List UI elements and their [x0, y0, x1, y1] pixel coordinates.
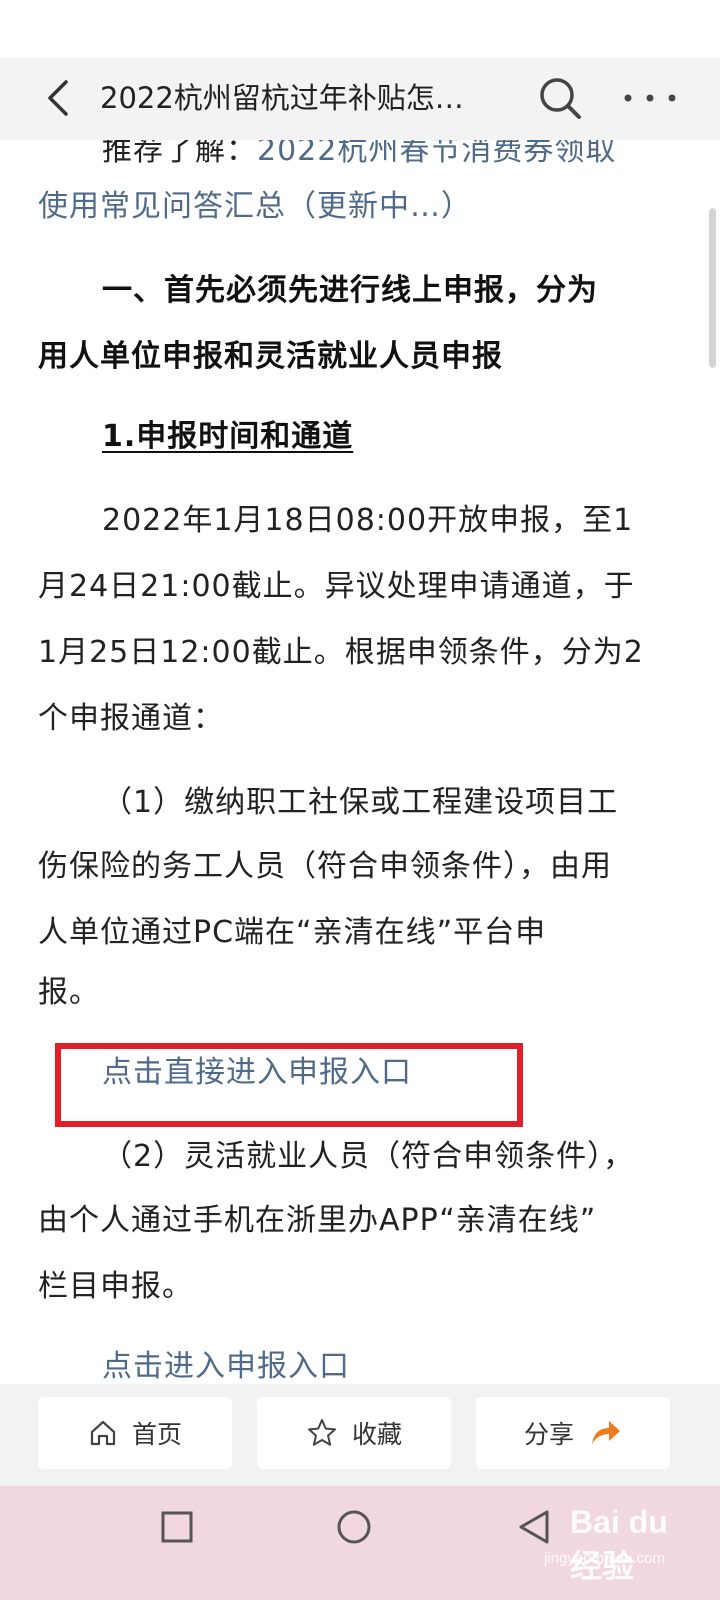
watermark-brand: Bai du 经验	[570, 1504, 668, 1584]
para1-line1: 2022年1月18日08:00开放申报，至1	[38, 488, 682, 554]
favorite-button[interactable]: 收藏	[257, 1397, 451, 1469]
home-circle-icon[interactable]	[335, 1508, 373, 1550]
scrollbar-thumb[interactable]	[709, 208, 716, 368]
recent-apps-icon[interactable]	[160, 1510, 194, 1548]
home-icon	[90, 1420, 116, 1446]
item1-line1: （1）缴纳职工社保或工程建设项目工	[38, 770, 682, 836]
favorite-label: 收藏	[351, 1420, 402, 1449]
more-options-icon[interactable]	[622, 80, 678, 116]
item1-line4: 报。	[38, 975, 100, 1010]
para1-line1-text: 2022年1月18日08:00开放申报，至1	[102, 503, 634, 538]
top-app-bar: 2022杭州留杭过年补贴怎…	[0, 58, 720, 140]
item1-line1-text: （1）缴纳职工社保或工程建设项目工	[102, 785, 619, 820]
section-heading-line2: 用人单位申报和灵活就业人员申报	[38, 339, 503, 374]
share-button[interactable]: 分享	[476, 1397, 670, 1469]
status-bar	[0, 0, 720, 58]
recommend-link-part2[interactable]: 使用常见问答汇总（更新中…）	[38, 174, 682, 240]
para1-line3: 1月25日12:00截止。根据申领条件，分为2	[38, 635, 644, 670]
item2-line1: （2）灵活就业人员（符合申领条件），	[38, 1124, 682, 1190]
subheading-text: 1.申报时间和通道	[102, 419, 354, 454]
section-heading-text1: 一、首先必须先进行线上申报，分为	[102, 273, 598, 308]
apply-entry-link-2-text[interactable]: 点击进入申报入口	[102, 1349, 350, 1384]
page-title: 2022杭州留杭过年补贴怎…	[100, 81, 464, 115]
article-content: 推荐了解：2022杭州春节消费券领取 使用常见问答汇总（更新中…） 一、首先必须…	[0, 58, 720, 1410]
para1-line2: 月24日21:00截止。异议处理申请通道，于	[38, 569, 635, 604]
home-button[interactable]: 首页	[38, 1397, 232, 1469]
item2-line3: 栏目申报。	[38, 1269, 193, 1304]
item1-line3: 人单位通过PC端在“亲清在线”平台申	[38, 915, 547, 950]
back-arrow-icon[interactable]	[40, 76, 80, 120]
item1-line2: 伤保险的务工人员（符合申领条件），由用	[38, 849, 612, 884]
home-label: 首页	[131, 1420, 182, 1449]
red-highlight-box	[55, 1043, 523, 1127]
baidu-jingyan-watermark: Bai du 经验 jingyan.baidu.com	[540, 1504, 700, 1584]
search-icon[interactable]	[536, 74, 584, 122]
subheading: 1.申报时间和通道	[38, 404, 682, 470]
share-label: 分享	[523, 1420, 574, 1449]
bottom-action-bar: 首页 收藏 分享	[0, 1384, 720, 1486]
watermark-url: jingyan.baidu.com	[544, 1550, 665, 1567]
item2-line2: 由个人通过手机在浙里办APP“亲清在线”	[38, 1203, 597, 1238]
system-navigation-bar: Bai du 经验 jingyan.baidu.com	[0, 1486, 720, 1600]
star-icon	[307, 1419, 336, 1446]
item2-line1-text: （2）灵活就业人员（符合申领条件），	[102, 1139, 635, 1174]
para1-line4: 个申报通道：	[38, 701, 224, 736]
section-heading-line1: 一、首先必须先进行线上申报，分为	[38, 258, 682, 324]
share-arrow-icon	[592, 1421, 620, 1444]
